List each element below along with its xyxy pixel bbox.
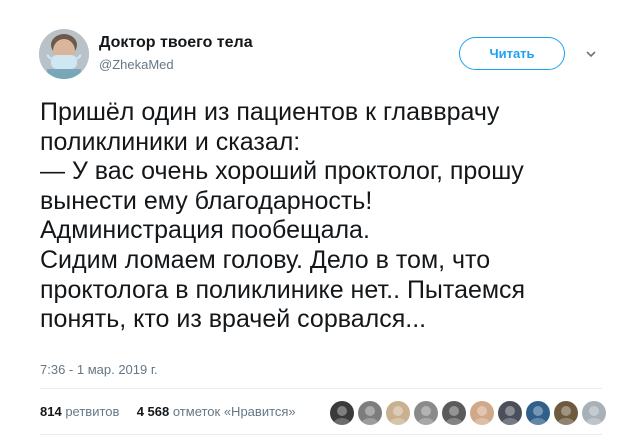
tweet-line: Сидим ломаем голову. Дело в том, что [40, 245, 491, 274]
tweet-timestamp[interactable]: 7:36 - 1 мар. 2019 г. [40, 362, 158, 377]
divider-top [40, 388, 602, 389]
liker-avatar-2[interactable] [358, 401, 382, 425]
engagement-stats: 814 ретвитов 4 568 отметок «Нравится» [40, 404, 296, 419]
liker-avatar-7[interactable] [498, 401, 522, 425]
avatar[interactable] [39, 29, 89, 79]
liker-avatar-6[interactable] [470, 401, 494, 425]
retweets-label[interactable]: ретвитов [65, 404, 119, 419]
tweet-line: Администрация пообещала. [40, 216, 370, 245]
liker-avatar-3[interactable] [386, 401, 410, 425]
liker-avatar-8[interactable] [526, 401, 550, 425]
tweet-line: Пришёл один из пациентов к главврачу [40, 98, 500, 126]
tweet-line: — У вас очень хороший проктолог, прошу [40, 157, 524, 186]
author-handle[interactable]: @ZhekaMed [99, 57, 174, 72]
tweet-line: вынести ему благодарность! [40, 186, 373, 215]
chevron-down-icon[interactable] [584, 47, 598, 61]
follow-button[interactable]: Читать [459, 37, 565, 70]
retweets-count[interactable]: 814 [40, 404, 62, 419]
tweet-line: поликлиники и сказал: [40, 127, 301, 156]
liker-avatar-4[interactable] [414, 401, 438, 425]
likes-label[interactable]: отметок «Нравится» [173, 404, 296, 419]
liker-avatar-1[interactable] [330, 401, 354, 425]
liker-avatar-10[interactable] [582, 401, 606, 425]
liker-avatars [330, 401, 606, 425]
liker-avatar-5[interactable] [442, 401, 466, 425]
tweet-text: Пришёл один из пациентов к главврачу пол… [40, 98, 620, 335]
author-display-name[interactable]: Доктор твоего тела [99, 34, 253, 52]
tweet-line: понять, кто из врачей сорвался... [40, 305, 427, 334]
liker-avatar-9[interactable] [554, 401, 578, 425]
divider-bottom [40, 434, 602, 435]
avatar-image [39, 29, 89, 79]
likes-count[interactable]: 4 568 [137, 404, 170, 419]
tweet-line: проктолога в поликлинике нет.. Пытаемся [40, 275, 526, 304]
